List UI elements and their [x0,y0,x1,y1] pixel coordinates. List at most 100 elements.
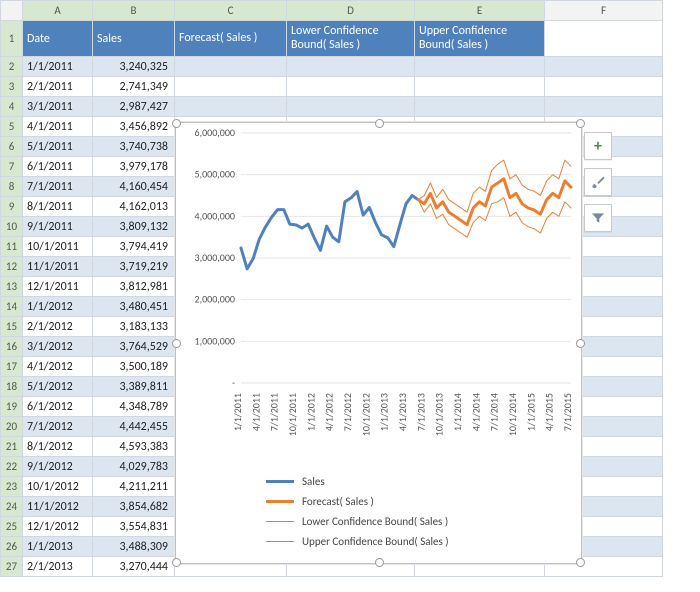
chart-filter-button[interactable] [584,204,612,232]
row-header[interactable]: 13 [1,277,23,297]
cell[interactable] [545,77,663,97]
row-header[interactable]: 8 [1,177,23,197]
cell-sales[interactable]: 4,160,454 [93,177,175,197]
cell-date[interactable]: 4/1/2012 [23,357,93,377]
row-header[interactable]: 16 [1,337,23,357]
cell-date[interactable]: 5/1/2012 [23,377,93,397]
cell[interactable] [545,21,663,57]
chart-styles-button[interactable] [584,168,612,196]
row-header[interactable]: 20 [1,417,23,437]
cell-sales[interactable]: 4,348,789 [93,397,175,417]
row-header[interactable]: 12 [1,257,23,277]
cell-date[interactable]: 9/1/2012 [23,457,93,477]
cell-sales[interactable]: 4,029,783 [93,457,175,477]
cell-date[interactable]: 2/1/2012 [23,317,93,337]
cell-date[interactable]: 5/1/2011 [23,137,93,157]
cell-sales[interactable]: 3,456,892 [93,117,175,137]
cell-sales[interactable]: 3,854,682 [93,497,175,517]
cell-date[interactable]: 4/1/2011 [23,117,93,137]
cell-date[interactable]: 12/1/2011 [23,277,93,297]
select-all-corner[interactable] [1,1,23,21]
forecast-chart[interactable]: -1,000,0002,000,0003,000,0004,000,0005,0… [175,122,582,564]
cell-date[interactable]: 2/1/2013 [23,557,93,577]
row-header[interactable]: 26 [1,537,23,557]
cell-date[interactable]: 10/1/2012 [23,477,93,497]
row-header[interactable]: 15 [1,317,23,337]
cell-sales[interactable]: 2,987,427 [93,97,175,117]
row-header[interactable]: 7 [1,157,23,177]
header-ucb[interactable]: Upper Confidence Bound( Sales ) [415,21,545,57]
col-D[interactable]: D [287,1,415,21]
cell[interactable] [415,57,545,77]
cell-sales[interactable]: 3,488,309 [93,537,175,557]
header-date[interactable]: Date [23,21,93,57]
table-row[interactable]: 32/1/20112,741,349 [1,77,663,97]
cell-sales[interactable]: 3,500,189 [93,357,175,377]
cell-date[interactable]: 8/1/2011 [23,197,93,217]
row-header[interactable]: 19 [1,397,23,417]
cell[interactable] [175,57,287,77]
cell-date[interactable]: 6/1/2011 [23,157,93,177]
cell-date[interactable]: 11/1/2011 [23,257,93,277]
cell[interactable] [415,77,545,97]
cell-date[interactable]: 1/1/2011 [23,57,93,77]
column-headers[interactable]: A B C D E F [1,1,663,21]
cell-date[interactable]: 7/1/2011 [23,177,93,197]
cell-date[interactable]: 9/1/2011 [23,217,93,237]
row-header[interactable]: 6 [1,137,23,157]
cell-sales[interactable]: 3,740,738 [93,137,175,157]
row-header[interactable]: 22 [1,457,23,477]
row-header[interactable]: 25 [1,517,23,537]
cell-date[interactable]: 8/1/2012 [23,437,93,457]
row-header[interactable]: 21 [1,437,23,457]
cell[interactable] [545,57,663,77]
cell-date[interactable]: 1/1/2013 [23,537,93,557]
cell-sales[interactable]: 3,270,444 [93,557,175,577]
cell-date[interactable]: 10/1/2011 [23,237,93,257]
row-header[interactable]: 11 [1,237,23,257]
table-row[interactable]: 21/1/20113,240,325 [1,57,663,77]
col-C[interactable]: C [175,1,287,21]
row-header[interactable]: 5 [1,117,23,137]
cell-sales[interactable]: 3,480,451 [93,297,175,317]
row-header[interactable]: 18 [1,377,23,397]
row-header[interactable]: 24 [1,497,23,517]
chart-add-element-button[interactable]: + [584,132,612,160]
cell-sales[interactable]: 3,719,219 [93,257,175,277]
cell-sales[interactable]: 3,554,831 [93,517,175,537]
cell-sales[interactable]: 2,741,349 [93,77,175,97]
cell[interactable] [287,97,415,117]
row-header[interactable]: 2 [1,57,23,77]
row-header[interactable]: 17 [1,357,23,377]
cell-sales[interactable]: 4,442,455 [93,417,175,437]
row-header[interactable]: 1 [1,21,23,57]
row-header[interactable]: 14 [1,297,23,317]
header-forecast[interactable]: Forecast( Sales ) [175,21,287,57]
cell[interactable] [287,77,415,97]
cell-date[interactable]: 2/1/2011 [23,77,93,97]
row-header[interactable]: 23 [1,477,23,497]
cell-date[interactable]: 3/1/2011 [23,97,93,117]
col-F[interactable]: F [545,1,663,21]
cell-sales[interactable]: 4,593,383 [93,437,175,457]
row-header[interactable]: 9 [1,197,23,217]
cell-date[interactable]: 6/1/2012 [23,397,93,417]
col-B[interactable]: B [93,1,175,21]
cell[interactable] [175,97,287,117]
col-A[interactable]: A [23,1,93,21]
header-sales[interactable]: Sales [93,21,175,57]
cell[interactable] [287,57,415,77]
header-lcb[interactable]: Lower Confidence Bound( Sales ) [287,21,415,57]
cell[interactable] [175,77,287,97]
row-header[interactable]: 10 [1,217,23,237]
row-header[interactable]: 3 [1,77,23,97]
cell-sales[interactable]: 3,764,529 [93,337,175,357]
row-header[interactable]: 27 [1,557,23,577]
cell-date[interactable]: 7/1/2012 [23,417,93,437]
cell-sales[interactable]: 3,809,132 [93,217,175,237]
cell-date[interactable]: 3/1/2012 [23,337,93,357]
cell-sales[interactable]: 3,812,981 [93,277,175,297]
cell-sales[interactable]: 3,794,419 [93,237,175,257]
cell-date[interactable]: 1/1/2012 [23,297,93,317]
row-header[interactable]: 4 [1,97,23,117]
